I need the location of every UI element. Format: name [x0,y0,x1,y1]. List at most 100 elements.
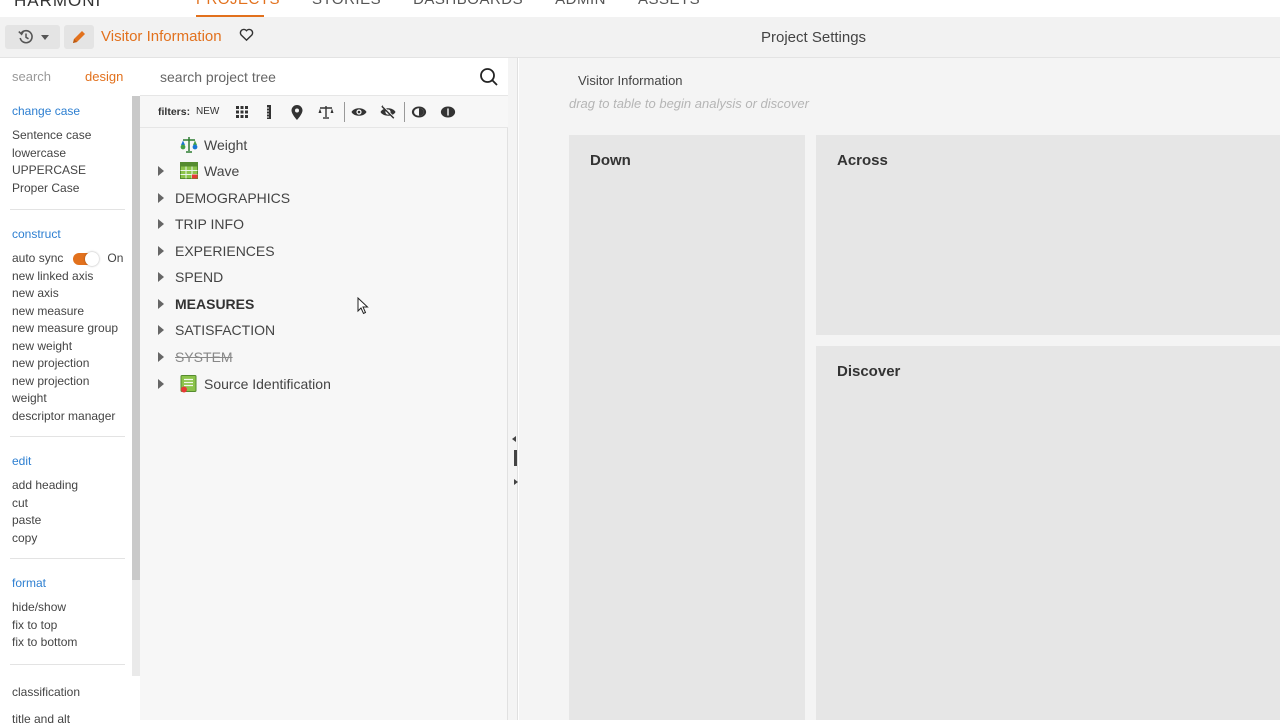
down-heading: Down [590,152,631,169]
source-list-icon [180,375,198,393]
sidebar-divider [10,209,125,210]
cut-option[interactable]: cut [12,495,128,513]
location-pin-filter-icon[interactable] [289,104,305,120]
tree-node-label: Source Identification [204,376,331,392]
top-navigation: HARMONI PROJECTS STORIES DASHBOARDS ADMI… [0,0,1280,17]
title-and-alt-option[interactable]: title and alt [12,711,128,728]
format-group: format hide/show fix to top fix to botto… [12,576,128,652]
expand-caret-icon[interactable] [158,219,164,229]
contrast-full-icon[interactable] [440,104,456,120]
construct-heading: construct [12,227,128,241]
tab-projects[interactable]: PROJECTS [196,0,280,8]
expand-caret-icon[interactable] [158,325,164,335]
new-weight-option[interactable]: new weight [12,338,128,356]
project-header: Visitor Information Project Settings [0,17,1280,58]
expand-caret-icon[interactable] [158,272,164,282]
tree-node-label: MEASURES [175,296,254,312]
filters-label: filters: [158,106,190,118]
sidebar-divider [10,558,125,559]
expand-caret-icon[interactable] [158,193,164,203]
filter-new-button[interactable]: NEW [196,106,219,117]
across-drop-zone[interactable]: Across [816,135,1280,335]
expand-right-icon[interactable] [514,479,518,485]
uppercase-option[interactable]: UPPERCASE [12,162,128,180]
expand-caret-icon[interactable] [158,166,164,176]
panel-splitter[interactable] [508,58,518,720]
down-drop-zone[interactable]: Down [569,135,805,720]
edit-heading: edit [12,454,128,468]
search-icon[interactable] [479,67,499,87]
sidebar-tab-search[interactable]: search [12,69,51,84]
across-heading: Across [837,152,888,169]
tab-dashboards[interactable]: DASHBOARDS [413,0,523,8]
brand-logo: HARMONI [14,0,101,11]
sidebar-divider [10,664,125,665]
descriptor-manager-option[interactable]: descriptor manager [12,408,128,426]
mouse-cursor-icon [357,297,369,315]
project-title[interactable]: Visitor Information [101,28,222,45]
sentence-case-option[interactable]: Sentence case [12,127,128,145]
hide-show-option[interactable]: hide/show [12,599,128,617]
proper-case-option[interactable]: Proper Case [12,180,128,198]
tree-node-label: SYSTEM [175,349,233,365]
expand-caret-icon[interactable] [158,299,164,309]
pencil-icon [71,29,87,45]
canvas-title: Visitor Information [578,73,683,88]
tree-node-label: SATISFACTION [175,322,275,338]
search-project-tree-input[interactable] [160,67,470,87]
discover-drop-zone[interactable]: Discover [816,346,1280,720]
history-button[interactable] [5,25,60,49]
tree-node-label: Weight [204,137,247,153]
eye-off-filter-icon[interactable] [380,104,396,120]
toolbar-separator [344,102,345,122]
sidebar-tab-design[interactable]: design [85,69,123,84]
sidebar-divider [10,436,125,437]
edit-title-button[interactable] [64,25,94,49]
expand-caret-icon[interactable] [158,352,164,362]
discover-heading: Discover [837,363,900,380]
design-sidebar: search design change case Sentence case … [0,58,140,720]
analysis-canvas: Visitor Information drag to table to beg… [519,58,1280,720]
new-projection-weight-option[interactable]: new projection [12,373,128,391]
edit-group: edit add heading cut paste copy [12,454,128,547]
table-grid-icon [180,162,198,179]
tab-stories[interactable]: STORIES [312,0,381,8]
new-axis-option[interactable]: new axis [12,285,128,303]
splitter-grip[interactable] [514,450,517,466]
expand-caret-icon[interactable] [158,246,164,256]
heart-icon[interactable] [238,26,255,43]
fix-to-top-option[interactable]: fix to top [12,617,128,635]
weight-scale-icon [180,136,198,154]
eye-filter-icon[interactable] [351,104,367,120]
tab-admin[interactable]: ADMIN [555,0,606,8]
nav-tabs: PROJECTS STORIES DASHBOARDS ADMIN ASSETS [196,0,700,8]
auto-sync-row: auto sync On [12,250,128,268]
fix-to-bottom-option[interactable]: fix to bottom [12,634,128,652]
ruler-filter-icon[interactable] [261,104,277,120]
auto-sync-toggle[interactable] [73,253,95,265]
auto-sync-state: On [107,250,123,268]
expand-caret-icon[interactable] [158,379,164,389]
new-measure-group-option[interactable]: new measure group [12,320,128,338]
history-icon [17,28,35,46]
footer-group: classification title and alt [12,684,128,728]
collapse-left-icon[interactable] [512,436,516,442]
grid-filter-icon[interactable] [234,104,250,120]
canvas-hint: drag to table to begin analysis or disco… [569,96,809,111]
tab-assets[interactable]: ASSETS [638,0,700,8]
contrast-half-icon[interactable] [411,104,427,120]
balance-filter-icon[interactable] [318,104,334,120]
tree-node-label: EXPERIENCES [175,243,275,259]
classification-option[interactable]: classification [12,684,128,702]
new-linked-axis-option[interactable]: new linked axis [12,268,128,286]
paste-option[interactable]: paste [12,512,128,530]
chevron-down-icon [41,35,49,40]
auto-sync-label: auto sync [12,250,63,268]
copy-option[interactable]: copy [12,530,128,548]
sidebar-scrollbar-thumb[interactable] [132,96,140,580]
add-heading-option[interactable]: add heading [12,477,128,495]
lowercase-option[interactable]: lowercase [12,145,128,163]
new-projection-option[interactable]: new projection [12,355,128,373]
new-measure-option[interactable]: new measure [12,303,128,321]
new-projection-weight-option-cont[interactable]: weight [12,390,128,408]
